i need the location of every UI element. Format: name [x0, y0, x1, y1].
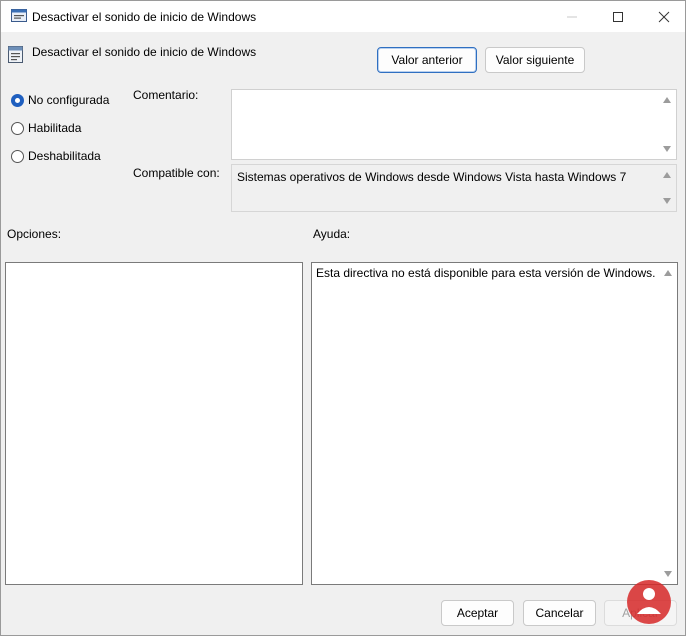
cancel-button[interactable]: Cancelar: [523, 600, 596, 626]
close-button[interactable]: [641, 1, 686, 32]
help-label: Ayuda:: [313, 227, 351, 241]
radio-indicator: [11, 93, 24, 107]
compatibility-text: Sistemas operativos de Windows desde Win…: [237, 170, 627, 184]
comment-label: Comentario:: [133, 88, 199, 102]
policy-dialog: Desactivar el sonido de inicio de Window…: [0, 0, 686, 636]
comment-field[interactable]: [231, 89, 677, 160]
scroll-up-icon[interactable]: [664, 270, 672, 276]
radio-label: No configurada: [28, 93, 110, 107]
compatibility-field: Sistemas operativos de Windows desde Win…: [231, 164, 677, 212]
scroll-up-icon[interactable]: [663, 97, 671, 103]
policy-editor-icon: [11, 9, 27, 22]
radio-label: Deshabilitada: [28, 149, 101, 163]
help-text: Esta directiva no está disponible para e…: [316, 266, 656, 280]
options-panel[interactable]: [5, 262, 303, 585]
policy-setting-icon: [8, 46, 23, 63]
maximize-button[interactable]: [595, 1, 641, 32]
radio-enabled[interactable]: Habilitada: [11, 120, 81, 136]
radio-not-configured[interactable]: No configurada: [11, 92, 109, 108]
scroll-down-icon[interactable]: [663, 198, 671, 204]
comment-scrollbar[interactable]: [659, 90, 676, 159]
minimize-button[interactable]: [549, 1, 595, 32]
radio-label: Habilitada: [28, 121, 82, 135]
radio-disabled[interactable]: Deshabilitada: [11, 148, 101, 164]
minimize-icon: [567, 16, 577, 17]
compatibility-label: Compatible con:: [133, 166, 220, 180]
compatibility-scrollbar[interactable]: [659, 165, 676, 211]
help-scrollbar[interactable]: [660, 263, 677, 584]
watermark-logo: [627, 580, 671, 624]
scroll-up-icon[interactable]: [663, 172, 671, 178]
next-setting-button[interactable]: Valor siguiente: [485, 47, 585, 73]
policy-name: Desactivar el sonido de inicio de Window…: [32, 45, 257, 59]
title-bar[interactable]: Desactivar el sonido de inicio de Window…: [1, 1, 685, 32]
radio-indicator: [11, 149, 24, 163]
help-panel[interactable]: Esta directiva no está disponible para e…: [311, 262, 678, 585]
window-title: Desactivar el sonido de inicio de Window…: [32, 10, 257, 24]
close-icon: [658, 11, 670, 22]
previous-setting-button[interactable]: Valor anterior: [377, 47, 477, 73]
scroll-down-icon[interactable]: [663, 146, 671, 152]
ok-button[interactable]: Aceptar: [441, 600, 514, 626]
maximize-icon: [613, 11, 623, 22]
radio-indicator: [11, 121, 24, 135]
options-label: Opciones:: [7, 227, 62, 241]
